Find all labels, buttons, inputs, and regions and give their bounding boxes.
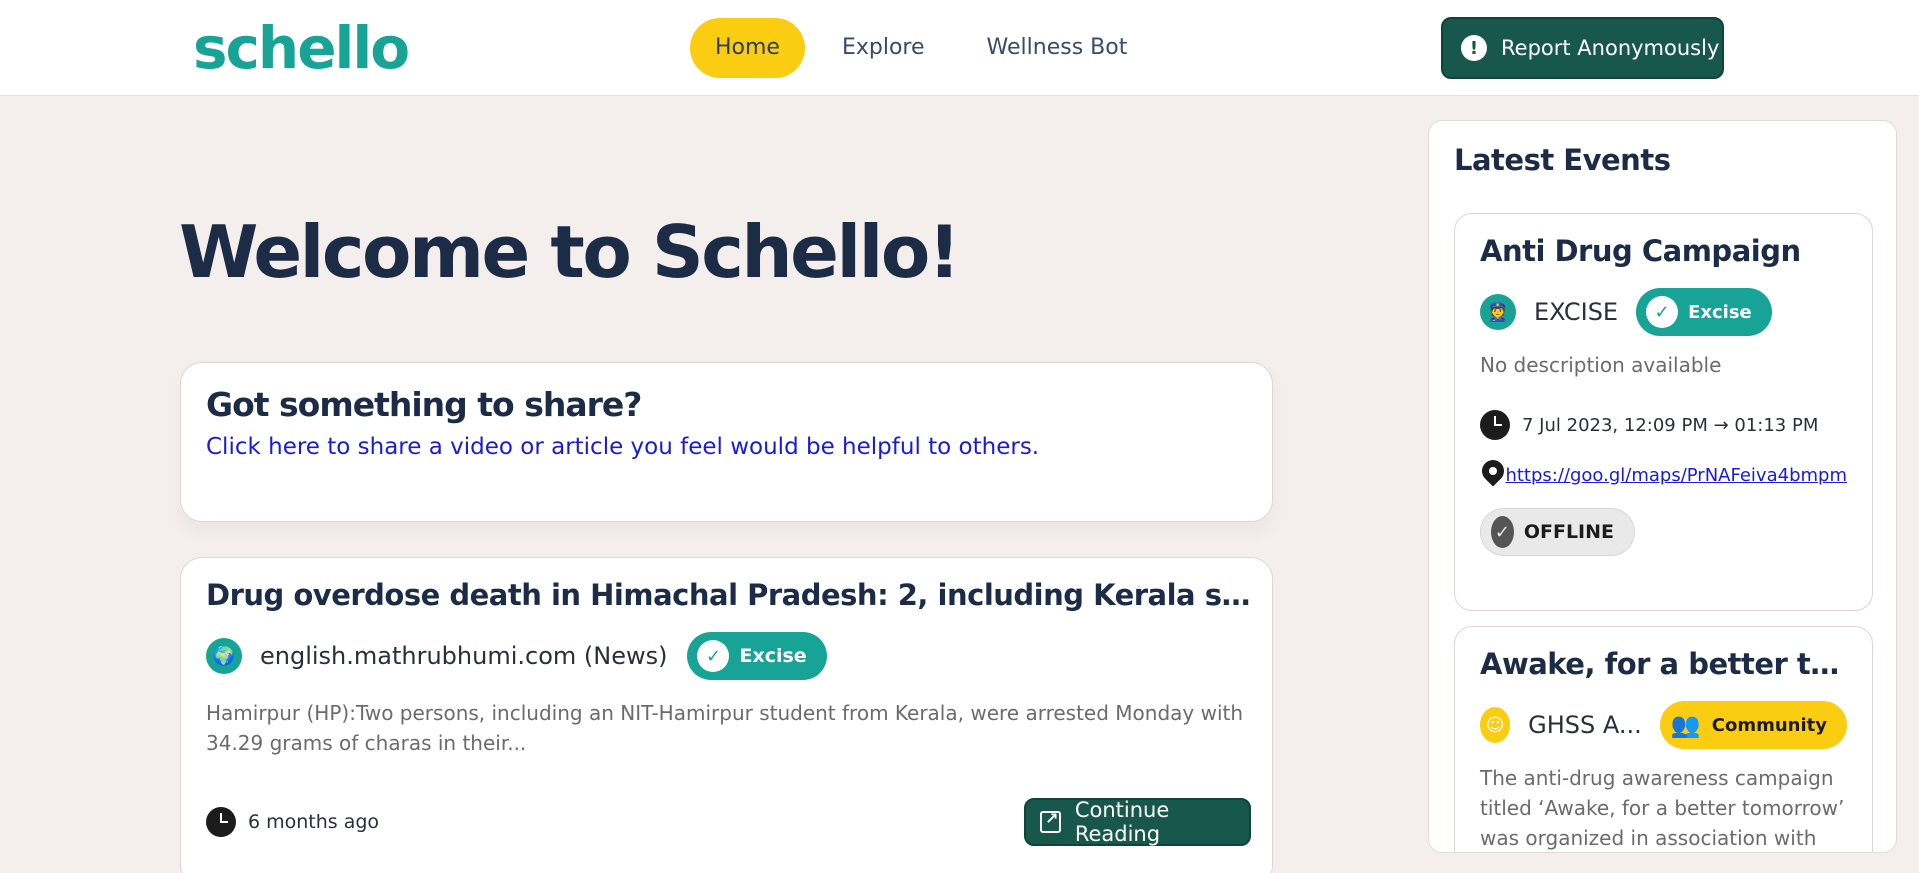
event-organizer: EXCISE — [1534, 298, 1619, 326]
event-location: https://goo.gl/maps/PrNAFeiva4bmpm — [1480, 460, 1847, 490]
news-card: Drug overdose death in Himachal Pradesh:… — [180, 557, 1273, 873]
nav-wellness-bot[interactable]: Wellness Bot — [962, 18, 1153, 78]
badge-label: Excise — [739, 645, 807, 667]
event-title: Anti Drug Campaign — [1480, 234, 1801, 268]
top-navigation-bar: schello Home Explore Wellness Bot ! Repo… — [0, 0, 1919, 96]
datetime-label: 7 Jul 2023, 12:09 PM → 01:13 PM — [1522, 414, 1819, 436]
verified-icon: ✓ — [1646, 296, 1679, 328]
clock-icon — [206, 807, 236, 837]
offline-badge: ✓ OFFLINE — [1480, 508, 1635, 556]
external-link-icon — [1040, 809, 1061, 833]
verified-icon: ✓ — [697, 640, 730, 672]
latest-events-panel[interactable]: Latest Events Anti Drug Campaign 👮 EXCIS… — [1428, 120, 1897, 853]
excise-badge: ✓ Excise — [1636, 288, 1772, 336]
news-meta: 🌍 english.mathrubhumi.com (News) ✓ Excis… — [206, 632, 1247, 680]
continue-reading-label: Continue Reading — [1074, 798, 1170, 846]
nav-home[interactable]: Home — [690, 18, 805, 78]
share-link[interactable]: Click here to share a video or article y… — [206, 434, 1247, 460]
continue-reading-button[interactable]: Continue Reading — [1024, 798, 1251, 846]
news-title[interactable]: Drug overdose death in Himachal Pradesh:… — [206, 578, 1251, 612]
globe-icon: 🌍 — [206, 638, 242, 674]
nav-explore[interactable]: Explore — [817, 18, 950, 78]
event-description: The anti-drug awareness campaign titled … — [1480, 766, 1845, 850]
offline-label: OFFLINE — [1523, 521, 1614, 543]
officer-avatar-icon: 👮 — [1480, 294, 1516, 330]
excise-badge: ✓ Excise — [687, 632, 827, 680]
event-card[interactable]: Anti Drug Campaign 👮 EXCISE ✓ Excise No … — [1454, 213, 1873, 611]
news-time: 6 months ago — [206, 807, 379, 837]
report-button-label: Report Anonymously — [1501, 36, 1720, 60]
news-description: Hamirpur (HP):Two persons, including an … — [206, 701, 1244, 755]
event-meta: ☺ GHSS A... 👥 Community — [1480, 701, 1847, 749]
logo-text: schello — [193, 14, 410, 82]
share-card[interactable]: Got something to share? Click here to sh… — [180, 362, 1273, 522]
community-badge: 👥 Community — [1659, 701, 1847, 749]
event-organizer: GHSS A... — [1528, 711, 1642, 739]
event-meta: 👮 EXCISE ✓ Excise — [1480, 288, 1847, 336]
sidebar-title: Latest Events — [1454, 143, 1671, 177]
community-avatar-icon: ☺ — [1480, 707, 1511, 743]
event-card[interactable]: Awake, for a better tom... ☺ GHSS A... 👥… — [1454, 626, 1873, 852]
map-link[interactable]: https://goo.gl/maps/PrNAFeiva4bmpm — [1505, 465, 1847, 486]
badge-label: Community — [1711, 714, 1827, 736]
location-pin-icon — [1480, 460, 1498, 490]
news-footer: 6 months ago Continue Reading — [206, 798, 1251, 846]
time-label: 6 months ago — [248, 811, 380, 833]
clock-icon — [1480, 410, 1510, 440]
verified-icon: ✓ — [1491, 516, 1514, 548]
news-source: english.mathrubhumi.com (News) — [260, 642, 668, 670]
schello-logo[interactable]: schello — [193, 14, 410, 82]
page-title: Welcome to Schello! — [179, 210, 961, 294]
report-anonymously-button[interactable]: ! Report Anonymously — [1441, 17, 1724, 79]
event-datetime: 7 Jul 2023, 12:09 PM → 01:13 PM — [1480, 410, 1847, 440]
event-title: Awake, for a better tom... — [1480, 647, 1850, 681]
badge-label: Excise — [1688, 301, 1752, 323]
people-icon: 👥 — [1670, 711, 1701, 739]
event-description: No description available — [1480, 353, 1722, 377]
alert-icon: ! — [1461, 35, 1487, 61]
main-nav: Home Explore Wellness Bot — [690, 18, 1164, 78]
share-card-title: Got something to share? — [206, 385, 642, 424]
